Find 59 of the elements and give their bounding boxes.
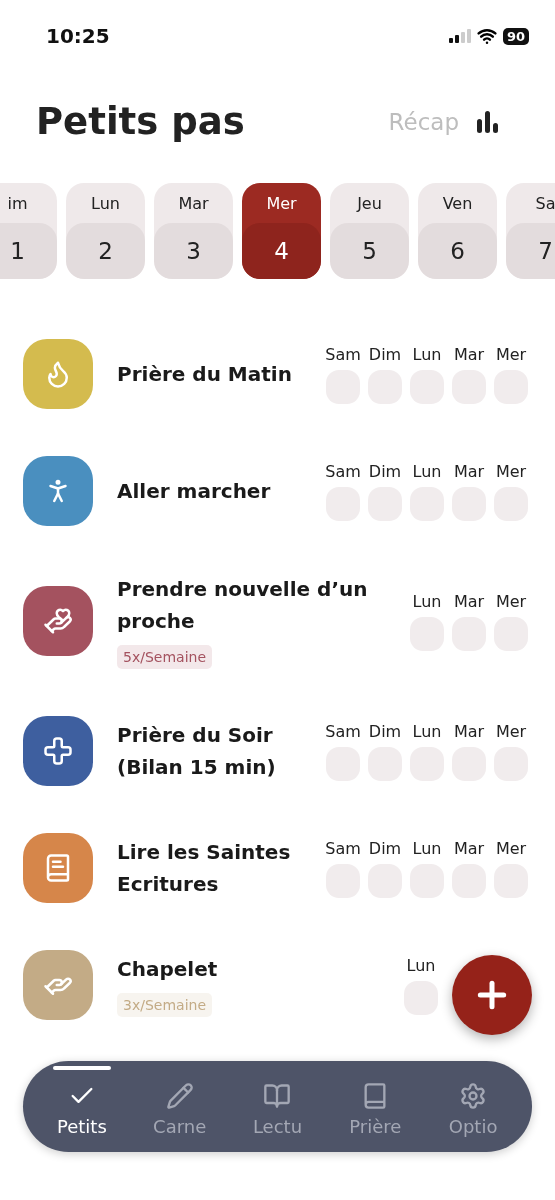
weekday-label: Mer: [495, 591, 527, 611]
weekday-label: Lun: [412, 838, 442, 858]
weekday-label: Lun: [406, 955, 436, 975]
weekday-label: Sam: [325, 461, 361, 481]
day-tab[interactable]: Mar 3: [154, 183, 233, 279]
page-title: Petits pas: [36, 100, 245, 143]
weekday-label: Mer: [495, 838, 527, 858]
habit-icon-tile[interactable]: [23, 456, 93, 526]
weekday-label: Dim: [368, 838, 402, 858]
habit-title: Aller marcher: [117, 478, 271, 505]
habit-icon-tile[interactable]: [23, 950, 93, 1020]
weekday-label: Sam: [325, 721, 361, 741]
weekday-label: Mer: [495, 461, 527, 481]
active-indicator: [52, 1066, 111, 1070]
cross-icon: [43, 736, 73, 766]
day-tab[interactable]: Sa 7: [506, 183, 555, 279]
weekday-label: Dim: [368, 344, 402, 364]
weekday-label: Mar: [453, 721, 485, 741]
habit-title: Prière du Matin: [117, 361, 292, 388]
weekday-label: Lun: [412, 721, 442, 741]
add-button[interactable]: [452, 955, 532, 1035]
weekday-label: Lun: [412, 344, 442, 364]
weekday-label: Mar: [453, 461, 485, 481]
frequency-tag: 3x/Semaine: [117, 993, 212, 1017]
weekday-label: Dim: [368, 721, 402, 741]
habit-icon-tile[interactable]: [23, 716, 93, 786]
weekday-label: Mer: [495, 721, 527, 741]
open-book-icon: [263, 1082, 292, 1110]
weekday-label: Lun: [412, 461, 442, 481]
settings-icon: [459, 1082, 488, 1110]
habit-title: Prendre nouvelle d’un proche: [117, 576, 369, 635]
weekday-label: Lun: [412, 591, 442, 611]
signal-icon: [448, 29, 471, 43]
nav-tab[interactable]: Petits: [41, 1074, 122, 1145]
weekday-label: Mar: [453, 591, 485, 611]
habit-icon-tile[interactable]: [23, 833, 93, 903]
weekday-label: Sam: [325, 344, 361, 364]
frequency-tag: 5x/Semaine: [117, 645, 212, 669]
weekday-label: Mer: [495, 344, 527, 364]
habit-title: Chapelet: [117, 956, 218, 983]
day-tab[interactable]: im 1: [0, 183, 57, 279]
day-tab[interactable]: Lun 2: [66, 183, 145, 279]
day-tab[interactable]: Jeu 5: [330, 183, 409, 279]
weekday-label: Sam: [325, 838, 361, 858]
wifi-icon: [476, 26, 497, 46]
weekday-label: Mar: [453, 838, 485, 858]
status-time: 10:25: [46, 24, 110, 48]
habit-icon-tile[interactable]: [23, 586, 93, 656]
hand-heart-icon: [43, 606, 73, 636]
habit-title: Prière du Soir (Bilan 15 min): [117, 722, 277, 781]
day-tab[interactable]: Ven 6: [418, 183, 497, 279]
habit-title: Lire les Saintes Ecritures: [117, 839, 292, 898]
bar-chart-icon[interactable]: [477, 110, 499, 133]
weekday-label: Dim: [368, 461, 402, 481]
pencil-icon: [165, 1082, 194, 1110]
weekday-label: Mar: [453, 344, 485, 364]
habit-icon-tile[interactable]: [23, 339, 93, 409]
day-tab[interactable]: Mer 4: [242, 183, 321, 279]
battery-level: 90: [502, 27, 529, 45]
